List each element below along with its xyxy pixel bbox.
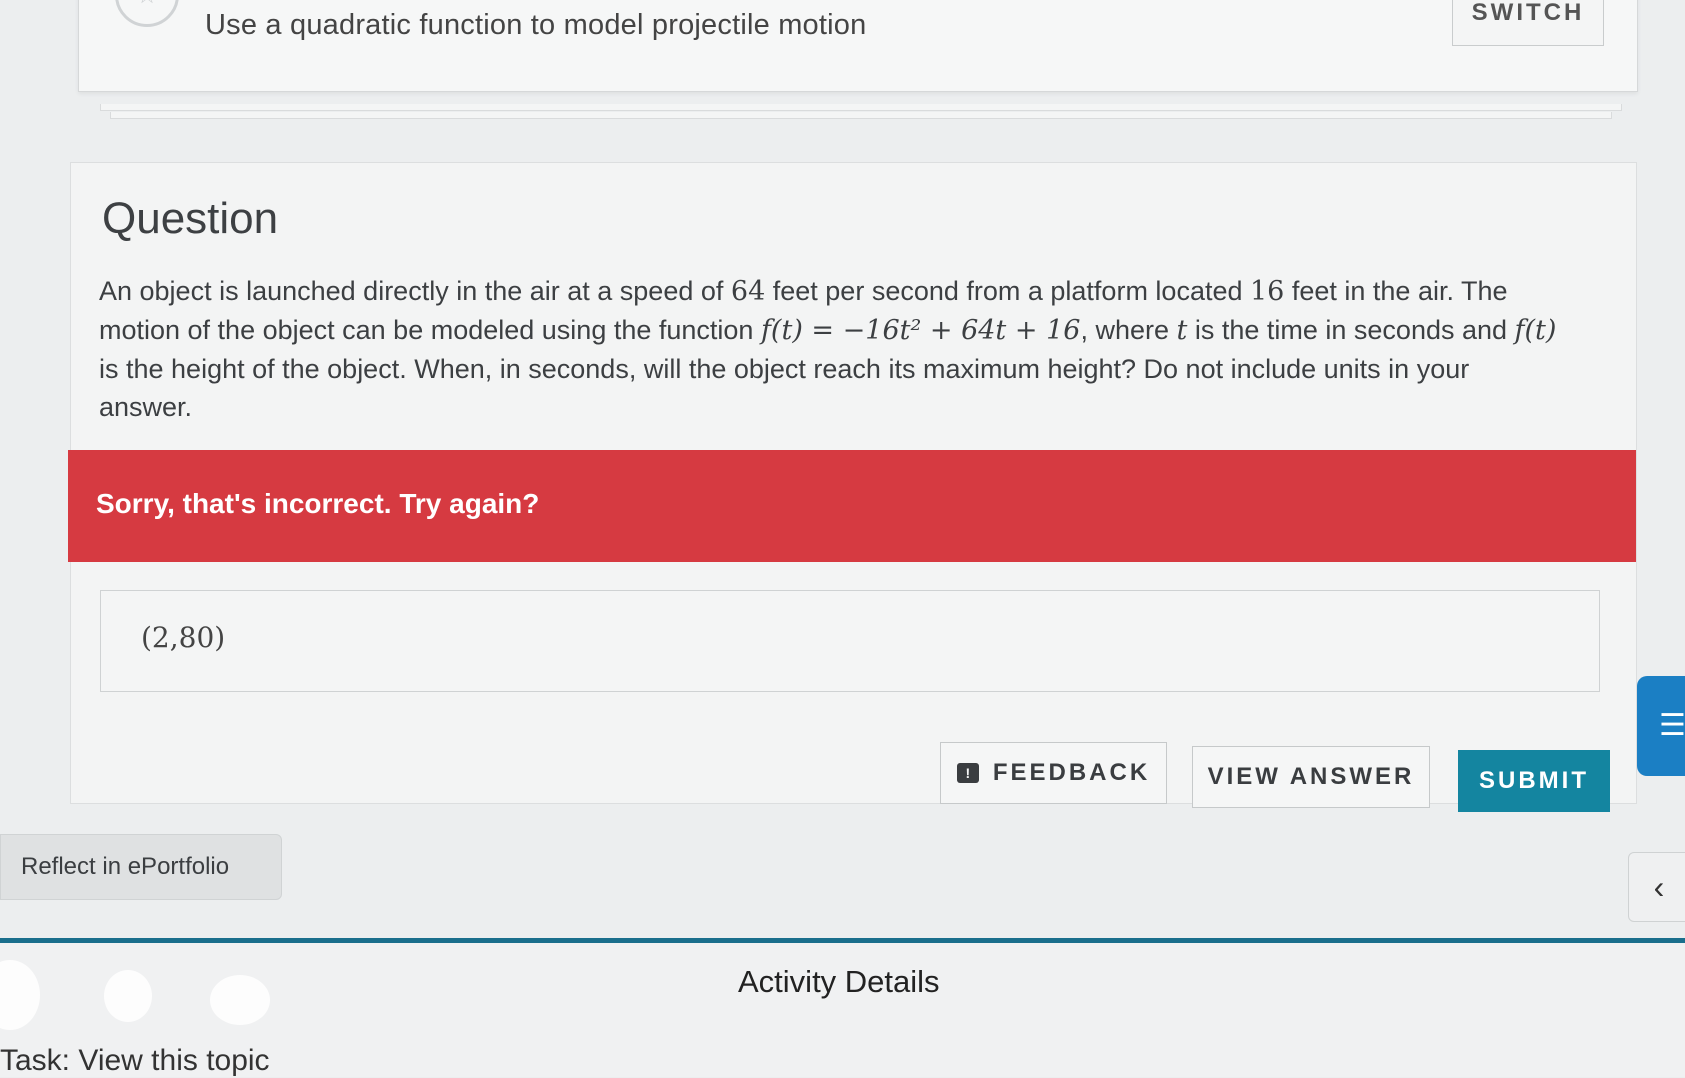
decorative-shape [104,970,152,1022]
function-expression: f(t) = −16t² + 64t + 16 [760,315,1081,346]
question-text-segment: is the height of the object. When, in se… [99,354,1470,422]
variable-t: t [1176,315,1188,346]
incorrect-feedback-banner: Sorry, that's incorrect. Try again? [68,450,1636,562]
star-icon[interactable]: ☆ [115,0,179,27]
answer-input[interactable]: (2,80) [100,590,1600,692]
answer-value: (2,80) [141,621,226,654]
topic-title: Use a quadratic function to model projec… [205,9,867,41]
incorrect-message: Sorry, that's incorrect. Try again? [96,488,540,519]
speed-value: 64 [730,276,766,307]
card-stack-edge [100,104,1622,111]
view-answer-button[interactable]: VIEW ANSWER [1192,746,1430,808]
chevron-left-icon[interactable]: ‹ [1628,852,1685,922]
switch-button[interactable]: SWITCH [1452,0,1604,46]
feedback-icon: ! [956,763,979,783]
activity-details-title: Activity Details [738,964,940,999]
card-stack-edge [110,112,1612,119]
height-value: 16 [1250,276,1285,307]
feedback-button[interactable]: ! FEEDBACK [940,742,1167,804]
question-text-segment: is the time in seconds and [1187,315,1515,345]
question-text-segment: feet per second from a platform located [765,276,1250,306]
chat-tab[interactable]: ☰ [1637,676,1685,776]
submit-button[interactable]: SUBMIT [1458,750,1610,812]
question-text-segment: An object is launched directly in the ai… [99,276,731,306]
question-heading: Question [102,194,279,243]
task-label: Task: View this topic [0,1044,270,1077]
reflect-eportfolio-button[interactable]: Reflect in ePortfolio [0,834,282,900]
question-text: An object is launched directly in the ai… [99,272,1569,426]
topic-card: ☆ Use a quadratic function to model proj… [78,0,1638,92]
chat-lines-icon: ☰ [1659,709,1685,742]
feedback-label: FEEDBACK [992,759,1151,786]
decorative-shape [210,975,270,1025]
function-notation: f(t) [1514,315,1557,346]
question-text-segment: , where [1080,315,1177,345]
